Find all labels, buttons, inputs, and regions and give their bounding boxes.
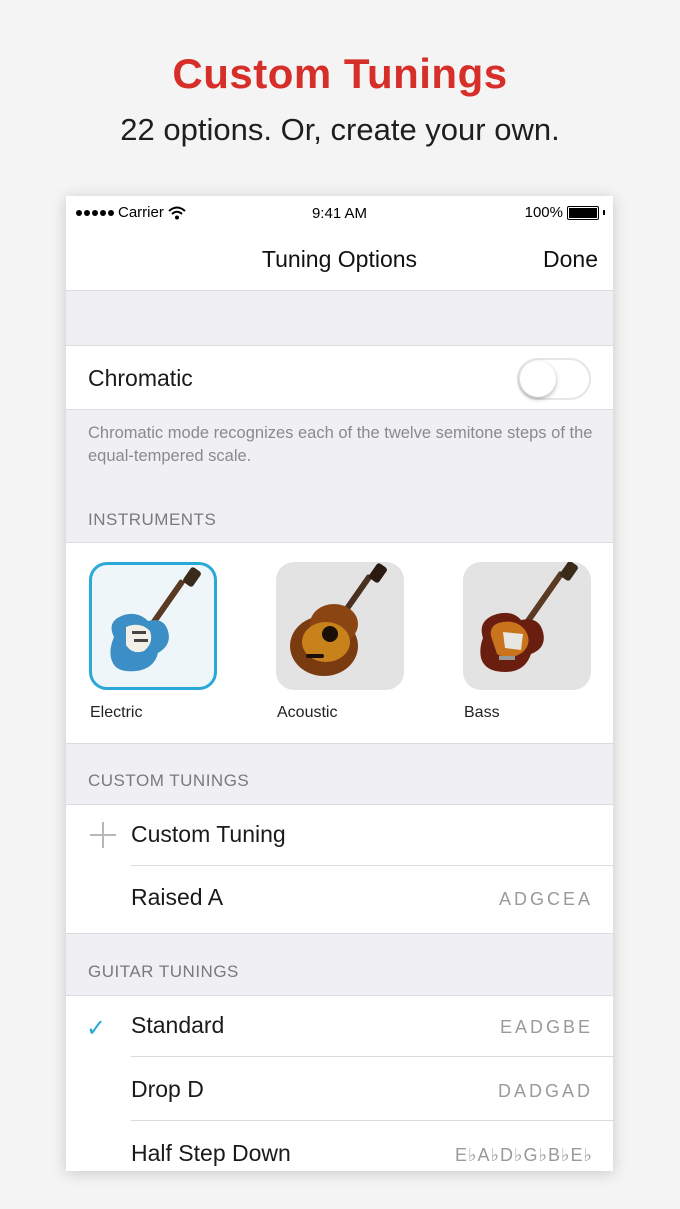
custom-tunings-header: CUSTOM TUNINGS xyxy=(88,771,250,790)
instrument-label-electric: Electric xyxy=(90,704,143,721)
bass-guitar-icon xyxy=(480,562,578,672)
chromatic-toggle[interactable] xyxy=(517,358,591,400)
navigation-bar: Tuning Options Done xyxy=(66,230,613,291)
custom-tuning-raised-a-notes: ADGCEA xyxy=(498,889,593,909)
add-custom-tuning-button[interactable]: Custom Tuning xyxy=(131,821,286,848)
instrument-tile-electric[interactable] xyxy=(89,562,217,690)
custom-tuning-raised-a[interactable]: Raised A xyxy=(131,884,223,911)
instrument-label-bass: Bass xyxy=(464,704,500,721)
chromatic-row: Chromatic xyxy=(66,345,613,410)
row-divider xyxy=(131,865,613,866)
status-right: 100% xyxy=(525,204,605,221)
guitar-tunings-header: GUITAR TUNINGS xyxy=(88,962,239,981)
toggle-knob xyxy=(520,361,556,397)
chromatic-label: Chromatic xyxy=(88,365,193,391)
nav-title: Tuning Options xyxy=(261,246,418,272)
instrument-tile-acoustic[interactable] xyxy=(276,562,404,690)
tuning-standard-notes: EADGBE xyxy=(499,1017,593,1037)
checkmark-icon: ✓ xyxy=(86,1015,107,1042)
tuning-half-step-down[interactable]: Half Step Down xyxy=(131,1140,291,1167)
chromatic-description: Chromatic mode recognizes each of the tw… xyxy=(88,424,593,465)
battery-cap xyxy=(603,210,605,215)
instrument-tile-bass[interactable] xyxy=(463,562,591,690)
row-divider xyxy=(131,1056,613,1057)
row-divider xyxy=(131,1120,613,1121)
battery-icon xyxy=(567,205,599,220)
instrument-label-acoustic: Acoustic xyxy=(277,704,338,721)
promo-headline: Custom Tunings xyxy=(172,50,508,97)
add-icon xyxy=(90,822,116,848)
tuning-drop-d-notes: DADGAD xyxy=(497,1081,593,1101)
instruments-header: INSTRUMENTS xyxy=(88,510,217,529)
tuning-drop-d[interactable]: Drop D xyxy=(131,1076,204,1103)
electric-guitar-icon xyxy=(110,567,201,672)
acoustic-guitar-icon xyxy=(290,563,387,676)
battery-percent: 100% xyxy=(524,204,563,221)
tuning-standard[interactable]: Standard xyxy=(131,1012,224,1039)
done-button[interactable]: Done xyxy=(543,246,598,273)
status-bar: Carrier 9:41 AM 100% xyxy=(66,196,613,230)
tuning-half-step-down-notes: E♭A♭D♭G♭B♭E♭ xyxy=(455,1145,593,1165)
phone-screen: Carrier 9:41 AM 100% Tuning Options Done… xyxy=(66,196,613,1171)
promo-subline: 22 options. Or, create your own. xyxy=(120,112,560,147)
